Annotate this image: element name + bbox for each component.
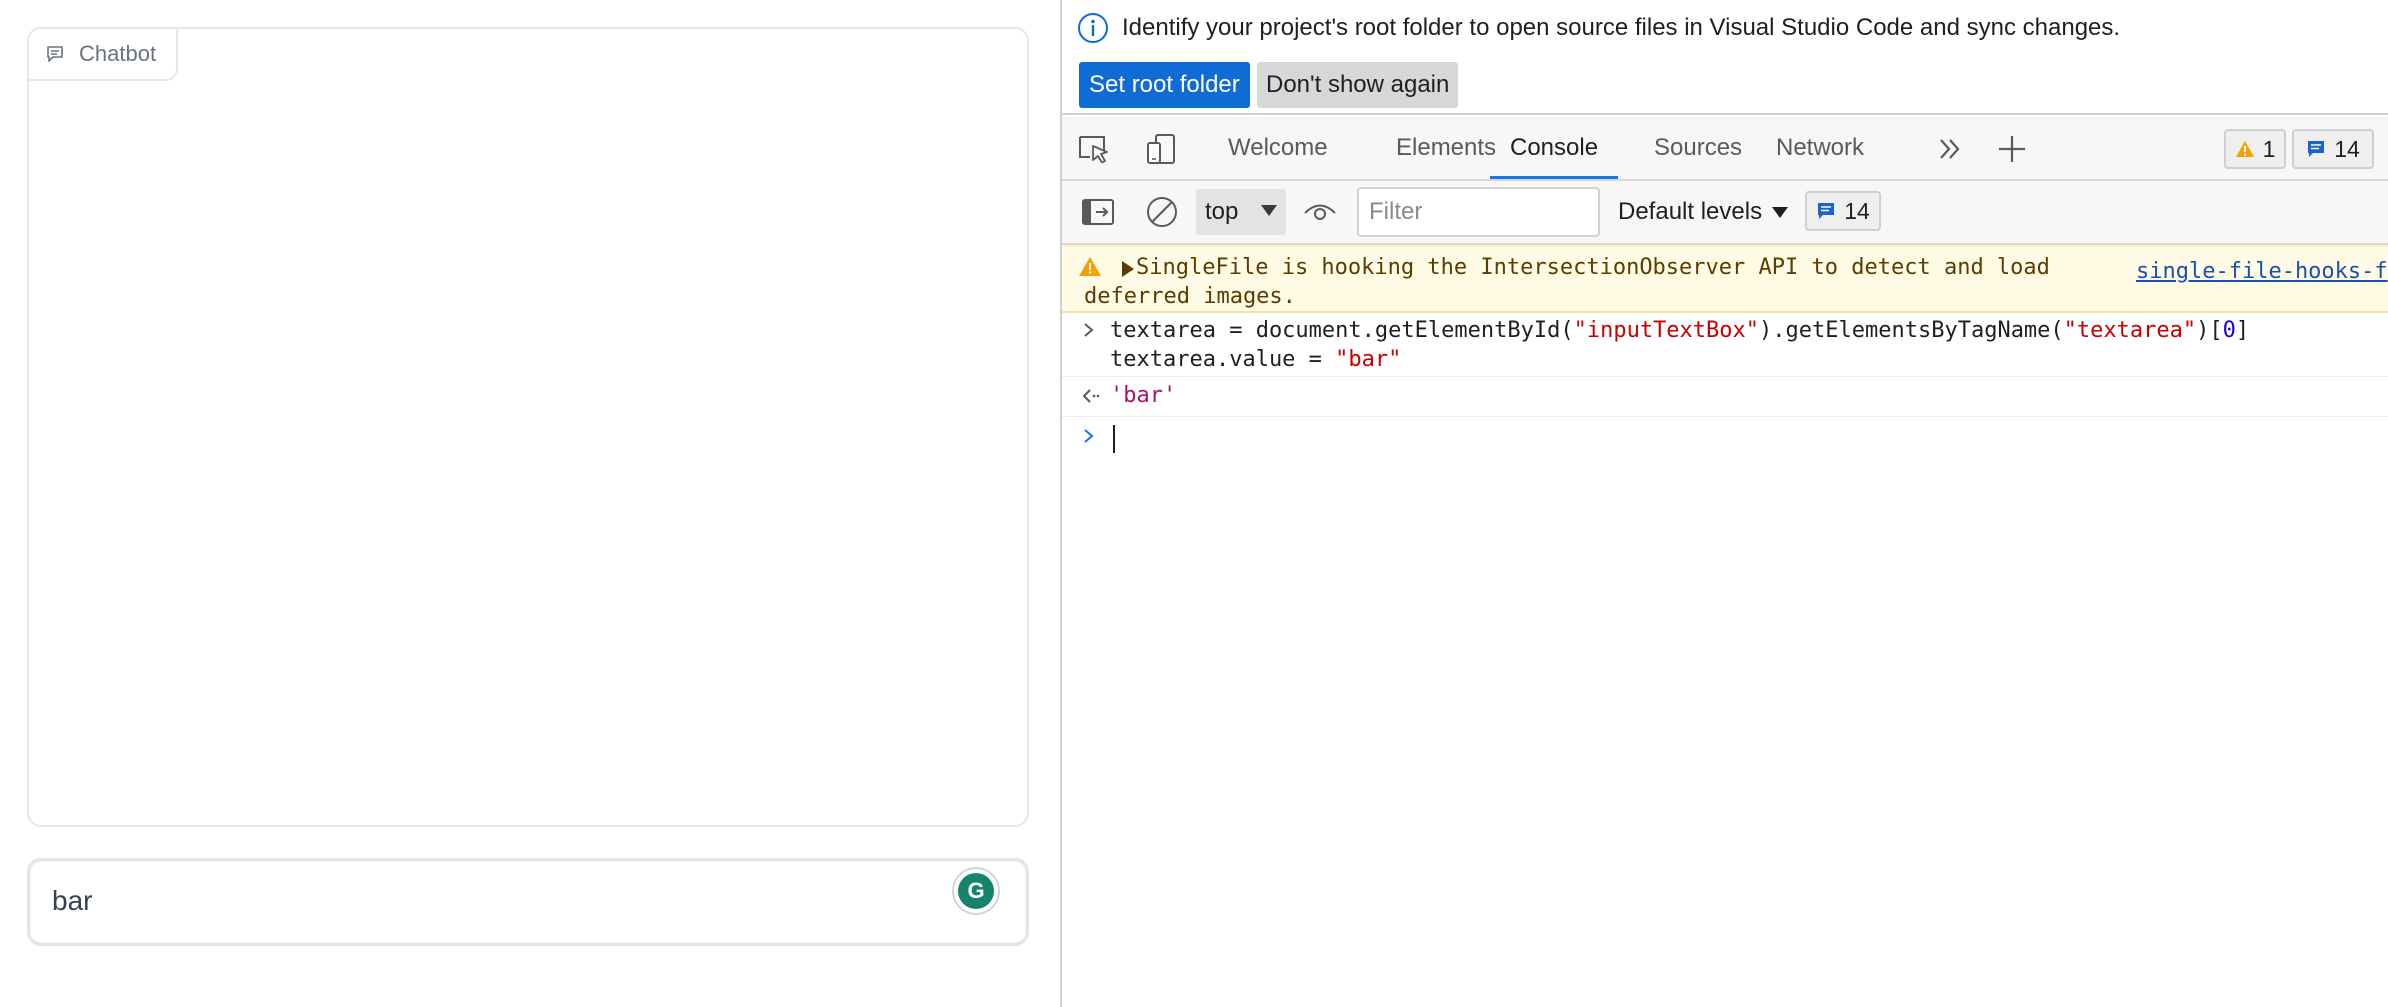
console-output[interactable]: SingleFile is hooking the IntersectionOb… bbox=[1062, 245, 2388, 1007]
context-selector[interactable]: top bbox=[1196, 189, 1286, 235]
console-messages-badge[interactable]: 14 bbox=[1805, 191, 1881, 231]
chevron-down-icon bbox=[1261, 205, 1277, 216]
infobar-message: Identify your project's root folder to o… bbox=[1122, 14, 2121, 41]
result-value: 'bar' bbox=[1110, 383, 1177, 408]
app-pane: Chatbot bar G bbox=[0, 0, 1060, 1007]
set-root-folder-button[interactable]: Set root folder bbox=[1079, 62, 1250, 108]
chevron-right-icon bbox=[1084, 323, 1094, 337]
warning-triangle-icon bbox=[1079, 257, 1101, 276]
log-levels-dropdown[interactable]: Default levels bbox=[1618, 189, 1789, 235]
console-toolbar: top Default levels 14 bbox=[1062, 181, 2388, 245]
grammarly-letter: G bbox=[958, 873, 994, 909]
tab-console[interactable]: Console bbox=[1490, 117, 1619, 179]
chevron-down-icon bbox=[1772, 206, 1789, 218]
console-warning-message: SingleFile is hooking the IntersectionOb… bbox=[1062, 245, 2388, 313]
tab-network[interactable]: Network bbox=[1776, 117, 1864, 179]
console-messages-count: 14 bbox=[1844, 197, 1870, 224]
devtools-panel: Identify your project's root folder to o… bbox=[1062, 0, 2388, 1007]
text-cursor bbox=[1113, 425, 1115, 453]
warning-text-line1: SingleFile is hooking the IntersectionOb… bbox=[1136, 255, 2050, 280]
console-result-entry: 'bar' bbox=[1062, 377, 2388, 417]
tab-sources[interactable]: Sources bbox=[1654, 117, 1742, 179]
chat-input-box[interactable]: bar G bbox=[27, 858, 1029, 946]
messages-count: 14 bbox=[2334, 135, 2360, 162]
clear-console-icon[interactable] bbox=[1144, 194, 1180, 230]
device-emulation-icon[interactable] bbox=[1144, 131, 1180, 167]
chatbot-panel: Chatbot bbox=[27, 27, 1029, 827]
warnings-count: 1 bbox=[2262, 135, 2276, 162]
warning-text: SingleFile is hooking the IntersectionOb… bbox=[1084, 253, 2070, 311]
devtools-tab-bar: Welcome Elements Console Sources Network… bbox=[1062, 117, 2388, 181]
console-prompt[interactable] bbox=[1062, 417, 2388, 457]
warning-source-link[interactable]: single-file-hooks-f bbox=[2136, 259, 2388, 284]
info-icon bbox=[1078, 13, 1108, 43]
add-tab-plus-icon[interactable] bbox=[1994, 131, 2030, 167]
chat-input-text[interactable]: bar bbox=[52, 885, 92, 917]
console-filter-input[interactable] bbox=[1357, 187, 1600, 237]
context-selector-value: top bbox=[1205, 198, 1239, 225]
more-tabs-chevron-icon[interactable] bbox=[1932, 131, 1968, 167]
warnings-count-badge[interactable]: 1 bbox=[2224, 129, 2286, 169]
sidebar-toggle-icon[interactable] bbox=[1080, 194, 1116, 230]
dont-show-again-button[interactable]: Don't show again bbox=[1257, 62, 1459, 108]
prompt-chevron-icon bbox=[1084, 429, 1094, 443]
return-arrow-icon bbox=[1082, 389, 1100, 403]
code-line-2: textarea.value = "bar" bbox=[1110, 347, 1402, 372]
warning-triangle-icon bbox=[2235, 141, 2254, 157]
chat-bubble-icon bbox=[47, 46, 63, 62]
inspect-element-icon[interactable] bbox=[1076, 131, 1112, 167]
message-icon bbox=[1818, 203, 1835, 219]
infobar: Identify your project's root folder to o… bbox=[1062, 0, 2388, 115]
chatbot-label: Chatbot bbox=[29, 29, 179, 81]
log-levels-label: Default levels bbox=[1618, 198, 1763, 225]
code-line-1: textarea = document.getElementById("inpu… bbox=[1110, 318, 2250, 343]
console-input-entry: textarea = document.getElementById("inpu… bbox=[1062, 313, 2388, 377]
live-expression-eye-icon[interactable] bbox=[1302, 194, 1338, 230]
grammarly-icon[interactable]: G bbox=[954, 869, 998, 913]
chatbot-label-text: Chatbot bbox=[79, 41, 157, 66]
message-icon bbox=[2308, 141, 2325, 157]
messages-count-badge[interactable]: 14 bbox=[2292, 129, 2374, 169]
tab-elements[interactable]: Elements bbox=[1396, 117, 1496, 179]
tab-welcome[interactable]: Welcome bbox=[1228, 117, 1328, 179]
warning-text-line2: deferred images. bbox=[1084, 284, 1296, 309]
